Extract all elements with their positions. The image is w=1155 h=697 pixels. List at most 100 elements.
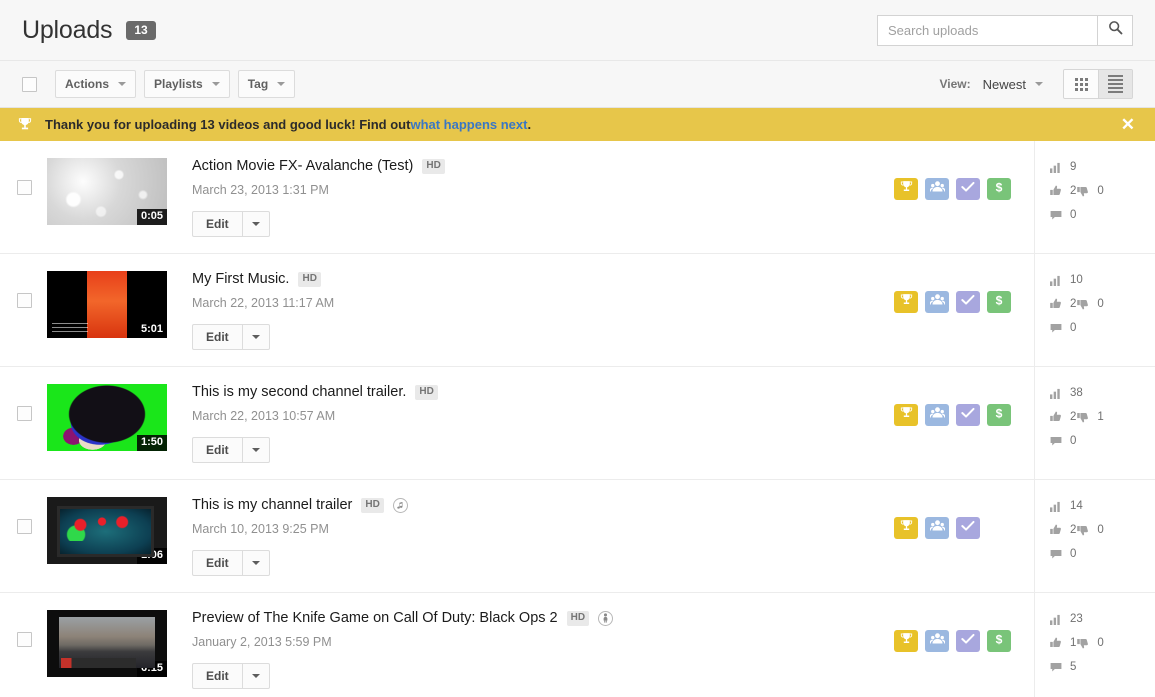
approved-badge[interactable] bbox=[956, 404, 980, 426]
audience-icon bbox=[928, 632, 946, 650]
check-icon bbox=[961, 406, 975, 424]
search-button[interactable] bbox=[1097, 14, 1133, 46]
video-row: 1:06 This is my channel trailer HD March… bbox=[0, 480, 1155, 593]
upload-count-badge: 13 bbox=[126, 20, 156, 40]
video-title[interactable]: Preview of The Knife Game on Call Of Dut… bbox=[192, 610, 558, 626]
list-view-button[interactable] bbox=[1098, 70, 1132, 98]
dollar-icon: $ bbox=[993, 180, 1005, 199]
playlists-button[interactable]: Playlists bbox=[144, 70, 230, 98]
money-badge[interactable]: $ bbox=[987, 291, 1011, 313]
chevron-down-icon bbox=[251, 561, 260, 565]
search-input[interactable] bbox=[877, 14, 1097, 46]
approved-badge[interactable] bbox=[956, 291, 980, 313]
approved-badge[interactable] bbox=[956, 178, 980, 200]
social-badge[interactable] bbox=[925, 291, 949, 313]
dollar-icon: $ bbox=[993, 406, 1005, 425]
video-title[interactable]: Action Movie FX- Avalanche (Test) bbox=[192, 158, 413, 174]
money-badge[interactable]: $ bbox=[987, 630, 1011, 652]
search-icon bbox=[1108, 20, 1123, 40]
video-checkbox[interactable] bbox=[17, 180, 32, 195]
video-thumbnail[interactable]: 1:06 bbox=[47, 497, 167, 564]
edit-button[interactable]: Edit bbox=[192, 663, 243, 689]
dislikes-stat: 0 bbox=[1076, 298, 1104, 310]
views-count: 23 bbox=[1070, 613, 1083, 625]
trophy-icon bbox=[18, 117, 32, 132]
tag-button[interactable]: Tag bbox=[237, 70, 296, 98]
video-status-badges: $ bbox=[894, 271, 1034, 313]
approved-badge[interactable] bbox=[956, 630, 980, 652]
video-thumbnail-cell: 1:50 bbox=[47, 384, 180, 451]
video-stats-cell: 38 2 1 0 bbox=[1034, 367, 1155, 479]
actions-button[interactable]: Actions bbox=[55, 70, 137, 98]
sort-dropdown[interactable]: Newest bbox=[983, 77, 1043, 92]
bar-chart-icon bbox=[1049, 614, 1062, 625]
video-title[interactable]: My First Music. bbox=[192, 271, 289, 287]
video-duration: 1:06 bbox=[136, 547, 167, 564]
likes-dislikes-stat: 1 0 bbox=[1049, 637, 1155, 649]
edit-button[interactable]: Edit bbox=[192, 437, 243, 463]
video-thumbnail[interactable]: 0:05 bbox=[47, 158, 167, 225]
close-icon[interactable]: ✕ bbox=[1117, 116, 1139, 133]
sort-value: Newest bbox=[982, 76, 1026, 92]
views-count: 38 bbox=[1070, 387, 1083, 399]
video-list: 0:05 Action Movie FX- Avalanche (Test) H… bbox=[0, 141, 1155, 697]
thumbs-down-icon bbox=[1076, 411, 1089, 423]
thumbs-up-icon bbox=[1049, 411, 1062, 423]
approved-badge[interactable] bbox=[956, 517, 980, 539]
monetization-badge[interactable] bbox=[894, 404, 918, 426]
edit-button[interactable]: Edit bbox=[192, 324, 243, 350]
banner-text-after: . bbox=[527, 117, 532, 132]
video-thumbnail[interactable]: 6:15 bbox=[47, 610, 167, 677]
social-badge[interactable] bbox=[925, 404, 949, 426]
audience-icon bbox=[928, 406, 946, 424]
audience-icon bbox=[928, 519, 946, 537]
video-date: March 22, 2013 10:57 AM bbox=[192, 409, 336, 423]
video-select-cell bbox=[0, 158, 47, 195]
edit-dropdown-button[interactable] bbox=[242, 550, 270, 576]
social-badge[interactable] bbox=[925, 517, 949, 539]
thumbs-up-icon bbox=[1049, 524, 1062, 536]
trophy-icon bbox=[900, 180, 913, 199]
edit-dropdown-button[interactable] bbox=[242, 437, 270, 463]
edit-button[interactable]: Edit bbox=[192, 211, 243, 237]
monetization-badge[interactable] bbox=[894, 630, 918, 652]
comments-count: 0 bbox=[1070, 548, 1077, 560]
money-badge[interactable]: $ bbox=[987, 178, 1011, 200]
actions-label: Actions bbox=[65, 77, 110, 91]
video-checkbox[interactable] bbox=[17, 406, 32, 421]
bar-chart-icon bbox=[1049, 388, 1062, 399]
thumbs-up-icon bbox=[1049, 185, 1062, 197]
trophy-icon bbox=[900, 406, 913, 425]
video-thumbnail[interactable]: 1:50 bbox=[47, 384, 167, 451]
monetization-badge[interactable] bbox=[894, 178, 918, 200]
monetization-badge[interactable] bbox=[894, 517, 918, 539]
music-note-icon bbox=[392, 497, 408, 513]
video-checkbox[interactable] bbox=[17, 519, 32, 534]
comments-count: 0 bbox=[1070, 322, 1077, 334]
monetization-badge[interactable] bbox=[894, 291, 918, 313]
views-stat: 23 bbox=[1049, 613, 1155, 625]
likes-stat: 2 bbox=[1049, 524, 1076, 536]
social-badge[interactable] bbox=[925, 630, 949, 652]
money-badge[interactable]: $ bbox=[987, 404, 1011, 426]
grid-view-button[interactable] bbox=[1064, 70, 1098, 98]
edit-dropdown-button[interactable] bbox=[242, 324, 270, 350]
select-all-checkbox[interactable] bbox=[22, 76, 37, 92]
dislikes-stat: 0 bbox=[1076, 524, 1104, 536]
search-bar bbox=[877, 14, 1133, 46]
video-title[interactable]: This is my second channel trailer. bbox=[192, 384, 406, 400]
video-thumbnail[interactable]: 5:01 bbox=[47, 271, 167, 338]
what-happens-next-link[interactable]: what happens next bbox=[410, 117, 527, 132]
video-checkbox[interactable] bbox=[17, 632, 32, 647]
likes-stat: 1 bbox=[1049, 637, 1076, 649]
comments-stat: 0 bbox=[1049, 548, 1155, 560]
edit-dropdown-button[interactable] bbox=[242, 663, 270, 689]
social-badge[interactable] bbox=[925, 178, 949, 200]
edit-button-group: Edit bbox=[192, 550, 894, 576]
edit-button-group: Edit bbox=[192, 663, 894, 689]
svg-text:$: $ bbox=[996, 293, 1003, 307]
video-title[interactable]: This is my channel trailer bbox=[192, 497, 352, 513]
edit-button[interactable]: Edit bbox=[192, 550, 243, 576]
edit-dropdown-button[interactable] bbox=[242, 211, 270, 237]
video-checkbox[interactable] bbox=[17, 293, 32, 308]
